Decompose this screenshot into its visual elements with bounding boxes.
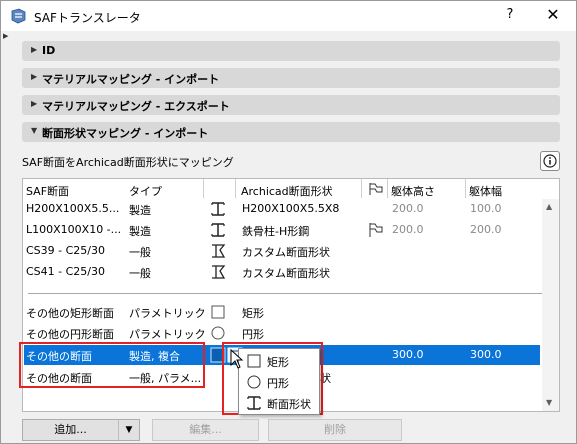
archicad-profile-cell: 状 — [320, 372, 331, 385]
close-button[interactable]: ✕ — [541, 5, 565, 27]
type-cell: 製造 — [129, 204, 151, 217]
profile-type-popup: 矩形 円形 断面形状 — [238, 348, 320, 415]
column-header-saf-section[interactable]: SAF断面 — [26, 183, 69, 199]
expanded-arrow-icon: ▼ — [31, 126, 38, 135]
table-separator — [28, 293, 542, 294]
archicad-profile-cell: カスタム断面形状 — [242, 246, 330, 259]
help-button[interactable]: ? — [498, 7, 522, 25]
section-description: SAF断面をArchicad断面形状にマッピング — [22, 156, 234, 169]
saf-section-cell: その他の矩形断面 — [26, 307, 114, 320]
saf-section-cell: L100X100X10 -... — [26, 223, 122, 236]
height-cell: 300.0 — [392, 348, 424, 361]
i-beam-icon — [247, 396, 261, 410]
column-divider — [361, 179, 362, 198]
height-cell: 200.0 — [392, 223, 424, 236]
column-header-archicad-profile[interactable]: Archicad断面形状 — [241, 183, 333, 199]
table-row[interactable]: L100X100X10 -... 製造 鉄骨柱-H形鋼 200.0 200.0 — [24, 220, 540, 240]
scroll-down-arrow-icon[interactable]: ▼ — [546, 398, 552, 407]
column-divider — [387, 179, 388, 198]
popup-item-label: 円形 — [267, 377, 289, 390]
circle-icon — [247, 375, 261, 389]
rectangle-icon — [247, 354, 261, 368]
width-cell: 200.0 — [470, 223, 502, 236]
archicad-profile-cell: 円形 — [242, 328, 264, 341]
profile-flag-header-icon — [369, 183, 383, 195]
popup-item-label: 矩形 — [267, 356, 289, 369]
popup-item-circle[interactable]: 円形 — [239, 372, 321, 392]
section-label: ID — [42, 44, 56, 57]
table-row[interactable]: CS39 - C25/30 一般 カスタム断面形状 — [24, 241, 540, 261]
corner-marker-icon: ▶ — [3, 32, 9, 40]
column-header-height[interactable]: 躯体高さ — [391, 183, 435, 199]
add-dropdown-arrow-icon[interactable]: ▼ — [118, 419, 140, 441]
column-divider — [203, 179, 204, 198]
type-cell: 一般, パラメ... — [129, 372, 202, 385]
column-header-type[interactable]: タイプ — [129, 183, 162, 199]
saf-section-cell: H200X100X5.5... — [26, 202, 120, 215]
custom-profile-icon — [212, 244, 226, 258]
collapsed-arrow-icon: ▶ — [31, 45, 38, 54]
type-cell: パラメトリック — [129, 307, 206, 320]
info-button[interactable] — [540, 151, 560, 171]
column-divider — [235, 179, 236, 198]
popup-item-rectangle[interactable]: 矩形 — [239, 351, 321, 371]
i-beam-icon — [211, 202, 225, 216]
archicad-profile-cell: H200X100X5.5X8 — [242, 202, 340, 215]
circle-icon[interactable] — [210, 325, 226, 341]
saf-section-cell: その他の断面 — [26, 372, 92, 385]
saf-section-cell: その他の円形断面 — [26, 328, 114, 341]
window-title: SAFトランスレータ — [34, 11, 141, 25]
type-cell: 製造, 複合 — [129, 350, 180, 363]
table-row[interactable]: CS41 - C25/30 一般 カスタム断面形状 — [24, 262, 540, 282]
type-cell: 製造 — [129, 225, 151, 238]
custom-profile-icon — [212, 265, 226, 279]
section-material-export[interactable]: ▶ マテリアルマッピング - エクスポート — [22, 95, 560, 115]
popup-item-label: 断面形状 — [267, 398, 311, 411]
archicad-profile-cell: カスタム断面形状 — [242, 267, 330, 280]
archicad-profile-cell: 鉄骨柱-H形鋼 — [242, 225, 310, 238]
section-label: 断面形状マッピング - インポート — [42, 127, 209, 140]
type-cell: パラメトリック — [129, 328, 206, 341]
app-icon — [11, 8, 26, 24]
scroll-up-arrow-icon[interactable]: ▲ — [546, 202, 552, 211]
table-row[interactable]: その他の矩形断面 パラメトリック 矩形 — [24, 302, 540, 322]
section-id[interactable]: ▶ ID — [22, 41, 560, 61]
section-material-import[interactable]: ▶ マテリアルマッピング - インポート — [22, 68, 560, 88]
height-cell: 200.0 — [392, 202, 424, 215]
collapsed-arrow-icon: ▶ — [31, 72, 38, 81]
type-cell: 一般 — [129, 246, 151, 259]
saf-section-cell: CS41 - C25/30 — [26, 265, 106, 278]
popup-item-profile[interactable]: 断面形状 — [239, 393, 321, 413]
delete-button[interactable]: 削除 — [268, 419, 402, 441]
profile-flag-icon — [369, 223, 383, 237]
column-header-width[interactable]: 躯体幅 — [469, 183, 502, 199]
table-row[interactable]: その他の円形断面 パラメトリック 円形 — [24, 323, 540, 343]
i-beam-icon — [211, 223, 225, 237]
edit-button[interactable]: 編集... — [152, 419, 259, 441]
archicad-profile-cell: 矩形 — [242, 307, 264, 320]
saf-section-cell: CS39 - C25/30 — [26, 244, 106, 257]
info-icon — [543, 154, 557, 168]
type-cell: 一般 — [129, 267, 151, 280]
rectangle-icon[interactable] — [210, 304, 226, 320]
saf-section-cell: その他の断面 — [26, 350, 92, 363]
rectangle-icon[interactable] — [210, 347, 226, 363]
section-profile-import[interactable]: ▼ 断面形状マッピング - インポート — [22, 122, 560, 142]
section-label: マテリアルマッピング - エクスポート — [42, 100, 230, 113]
add-button[interactable]: 追加... — [22, 419, 119, 441]
column-divider — [465, 179, 466, 198]
width-cell: 100.0 — [470, 202, 502, 215]
saf-translator-window: SAFトランスレータ ? ✕ ▶ ▶ ID ▶ マテリアルマッピング - インポ… — [0, 0, 577, 444]
section-label: マテリアルマッピング - インポート — [42, 73, 220, 86]
table-scrollbar[interactable]: ▲ ▼ — [542, 199, 559, 411]
width-cell: 300.0 — [470, 348, 502, 361]
collapsed-arrow-icon: ▶ — [31, 99, 38, 108]
title-bar: SAFトランスレータ ? ✕ — [1, 1, 576, 31]
mouse-pointer-icon — [230, 349, 244, 369]
table-row[interactable]: H200X100X5.5... 製造 H200X100X5.5X8 200.0 … — [24, 199, 540, 219]
